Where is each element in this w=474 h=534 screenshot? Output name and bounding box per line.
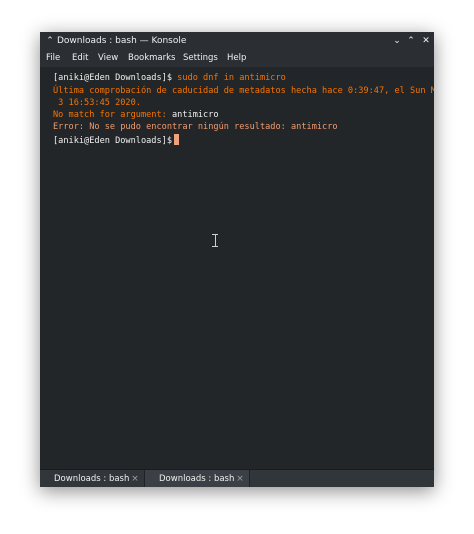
maximize-icon[interactable]: ⌃ bbox=[405, 32, 417, 50]
title-bar[interactable]: ⌃ Downloads : bash — Konsole ⌄ ⌃ ✕ bbox=[40, 32, 434, 50]
konsole-window: ⌃ Downloads : bash — Konsole ⌄ ⌃ ✕ File … bbox=[40, 32, 434, 487]
tab-close-icon[interactable]: × bbox=[130, 470, 140, 487]
prompt: [aniki@Eden Downloads]$ bbox=[53, 135, 172, 146]
terminal-line-error: Error: No se pudo encontrar ningún resul… bbox=[53, 122, 338, 133]
tab-label: Downloads : bash bbox=[54, 474, 130, 484]
menu-view[interactable]: View bbox=[98, 50, 118, 67]
menu-file[interactable]: File bbox=[46, 50, 60, 67]
tab-downloads-bash-2[interactable]: Downloads : bash × bbox=[145, 470, 249, 487]
terminal-line-prompt: [aniki@Eden Downloads]$ bbox=[53, 133, 430, 147]
close-icon[interactable]: ✕ bbox=[420, 32, 432, 50]
minimize-icon[interactable]: ⌄ bbox=[391, 32, 403, 50]
tab-separator bbox=[249, 470, 250, 487]
tab-bar: Downloads : bash × Downloads : bash × bbox=[40, 469, 434, 487]
command-text: sudo dnf in antimicro bbox=[172, 73, 286, 83]
tab-close-icon[interactable]: × bbox=[235, 470, 245, 487]
menu-bookmarks[interactable]: Bookmarks bbox=[128, 50, 176, 67]
menu-bar: File Edit View Bookmarks Settings Help bbox=[40, 50, 434, 67]
tab-label: Downloads : bash bbox=[159, 474, 235, 484]
terminal-view[interactable]: [aniki@Eden Downloads]$ sudo dnf in anti… bbox=[40, 67, 434, 487]
terminal-line-metadata-date: 3 16:53:45 2020. bbox=[53, 97, 141, 108]
menu-edit[interactable]: Edit bbox=[72, 50, 88, 67]
prompt: [aniki@Eden Downloads]$ bbox=[53, 73, 172, 83]
menu-help[interactable]: Help bbox=[227, 50, 246, 67]
window-title: Downloads : bash — Konsole bbox=[57, 36, 187, 46]
ibeam-cursor-icon bbox=[212, 234, 218, 247]
menu-settings[interactable]: Settings bbox=[183, 50, 218, 67]
terminal-line-command: [aniki@Eden Downloads]$ sudo dnf in anti… bbox=[53, 72, 430, 84]
no-match-label: No match for argument: bbox=[53, 110, 167, 121]
tab-downloads-bash-1[interactable]: Downloads : bash × bbox=[40, 470, 144, 487]
text-cursor bbox=[174, 133, 179, 145]
konsole-chevron-icon[interactable]: ⌃ bbox=[44, 32, 56, 50]
terminal-line-no-match: No match for argument: antimicro bbox=[53, 109, 430, 121]
no-match-argument: antimicro bbox=[166, 110, 219, 121]
terminal-line-metadata: Última comprobación de caducidad de meta… bbox=[53, 85, 434, 96]
